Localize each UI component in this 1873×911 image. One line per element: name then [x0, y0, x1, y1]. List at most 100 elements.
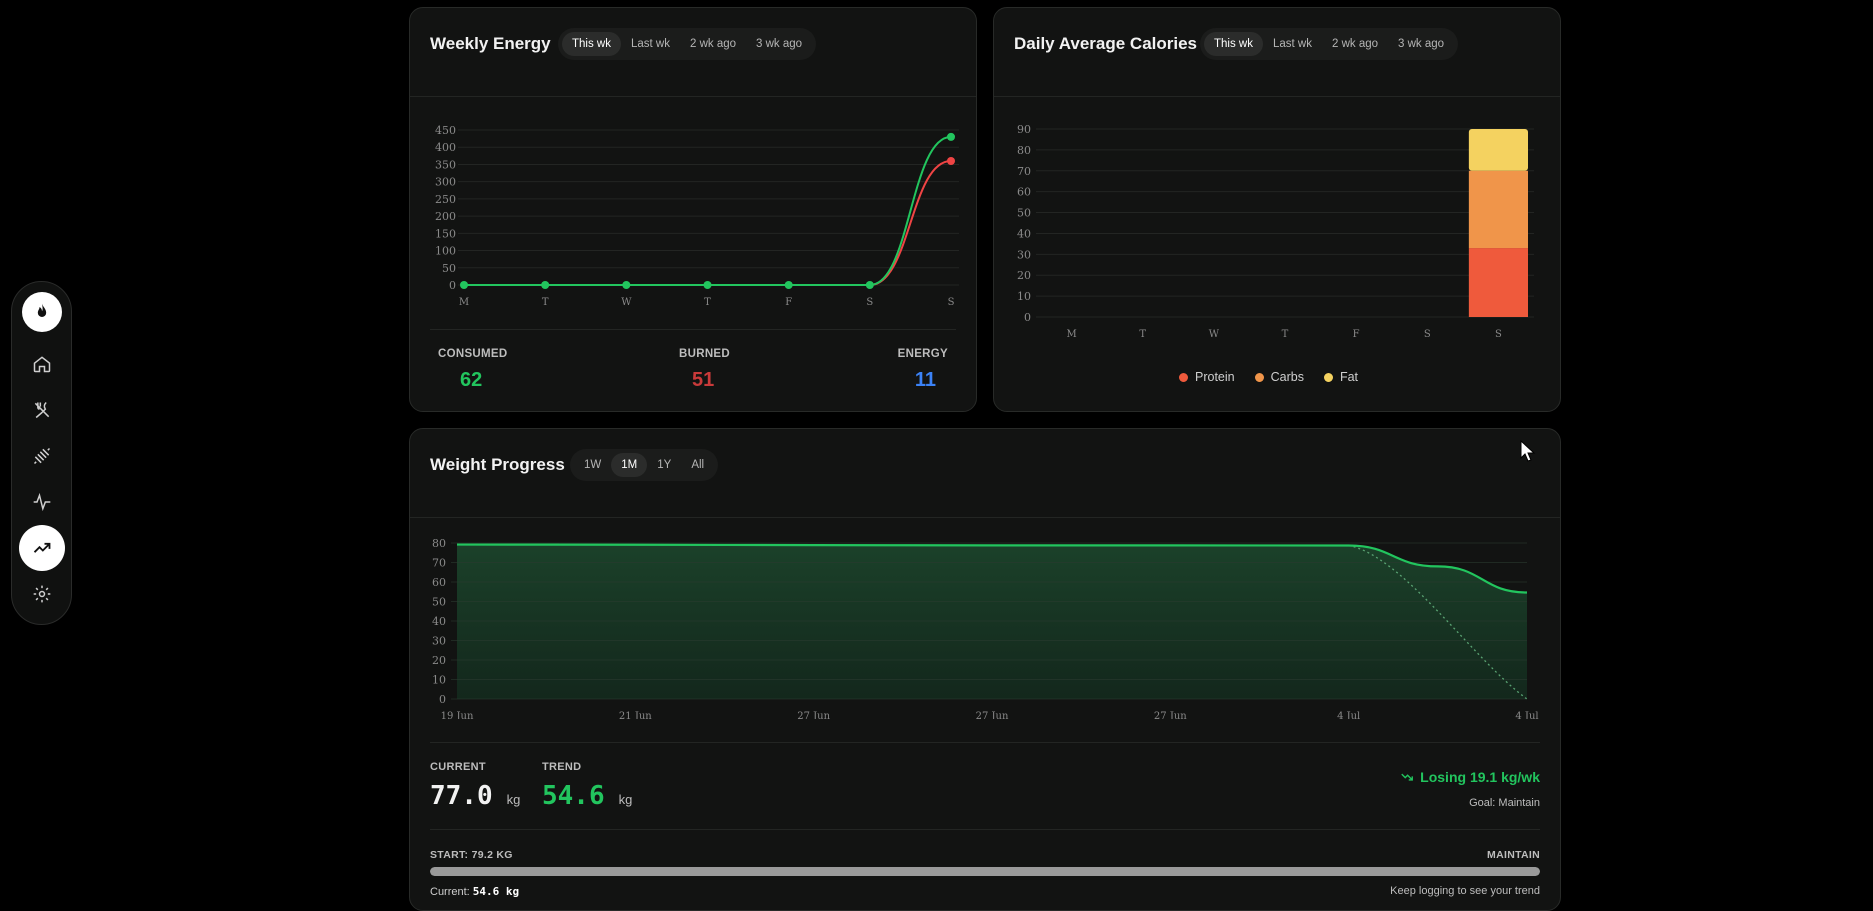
legend-swatch — [1254, 372, 1264, 382]
daily-calories-range-tabs: This wk Last wk 2 wk ago 3 wk ago — [1200, 28, 1459, 60]
current-footer-value: 54.6 kg — [472, 885, 520, 898]
x-tick-label: 19 Jun — [441, 711, 474, 719]
bar-segment-protein — [1468, 248, 1528, 317]
weekly-energy-range-tabs: This wk Last wk 2 wk ago 3 wk ago — [558, 28, 817, 60]
y-tick-label: 60 — [1017, 186, 1031, 199]
legend-item: Carbs — [1254, 370, 1304, 384]
y-tick-label: 0 — [1024, 311, 1031, 324]
y-tick-label: 90 — [1017, 123, 1031, 136]
y-tick-label: 350 — [435, 158, 456, 171]
flame-icon[interactable] — [21, 292, 62, 332]
series-line — [463, 160, 952, 287]
home-icon[interactable] — [22, 344, 62, 384]
x-tick-label: T — [704, 297, 711, 308]
goal-progress-fill — [430, 867, 1540, 876]
weekly-energy-tab[interactable]: 3 wk ago — [746, 32, 812, 56]
energy-label: ENERGY — [897, 348, 948, 360]
trending-up-icon[interactable] — [18, 525, 65, 571]
weight-area — [457, 544, 1527, 699]
weight-tab[interactable]: All — [681, 453, 714, 477]
x-tick-label: W — [621, 297, 632, 308]
x-tick-label: M — [459, 297, 469, 308]
y-tick-label: 70 — [432, 557, 446, 570]
divider — [994, 96, 1560, 97]
weight-tab[interactable]: 1Y — [647, 453, 681, 477]
consumed-label: CONSUMED — [438, 348, 508, 360]
legend-label: Protein — [1195, 370, 1235, 384]
daily-calories-card: Daily Average Calories This wk Last wk 2 w… — [993, 7, 1561, 412]
x-tick-label: F — [785, 297, 792, 308]
y-tick-label: 200 — [435, 210, 456, 223]
legend-swatch — [1323, 372, 1333, 382]
divider — [430, 742, 1540, 743]
consumed-value: 62 — [460, 369, 483, 391]
data-point — [622, 281, 631, 289]
maintain-text: MAINTAIN — [1487, 849, 1540, 861]
y-tick-label: 450 — [435, 124, 456, 137]
current-footer: Current: 54.6 kg — [430, 885, 519, 898]
x-tick-label: S — [948, 297, 955, 308]
utensils-icon[interactable] — [22, 390, 62, 430]
y-tick-label: 10 — [1017, 290, 1031, 303]
sidebar — [11, 281, 72, 625]
goal-text: Goal: Maintain — [1469, 797, 1540, 809]
data-point — [865, 281, 874, 289]
card-title: Weight Progress — [430, 455, 565, 474]
data-point — [947, 157, 955, 165]
hint-text: Keep logging to see your trend — [1390, 885, 1540, 897]
card-title: Daily Average Calories — [1014, 34, 1197, 53]
weekly-energy-tab[interactable]: 2 wk ago — [680, 32, 746, 56]
trend-label: TREND — [542, 761, 582, 773]
y-tick-label: 100 — [435, 245, 456, 258]
daily-calories-chart: 0 10 20 30 40 50 60 70 80 90 M T W T F S S — [1017, 123, 1534, 340]
weight-tab[interactable]: 1W — [574, 453, 611, 477]
series-line — [463, 135, 952, 287]
divider — [430, 829, 1540, 830]
burned-value: 51 — [692, 369, 715, 391]
y-tick-label: 80 — [432, 537, 446, 550]
legend-label: Fat — [1339, 370, 1359, 384]
weekly-energy-chart: 0 50 100 150 200 250 300 350 400 450 M T W T F S S — [435, 124, 959, 308]
x-tick-label: T — [1282, 329, 1289, 340]
data-point — [460, 281, 468, 289]
start-text: START: 79.2 KG — [430, 849, 513, 861]
y-tick-label: 30 — [1017, 248, 1031, 261]
weight-tab[interactable]: 1M — [611, 453, 648, 477]
y-tick-label: 40 — [432, 615, 446, 628]
goal-progress-bar — [430, 867, 1540, 876]
weight-progress-card: Weight Progress 1W 1M 1Y All 0 10 20 30 40 50 60 7… — [409, 428, 1561, 911]
x-tick-label: 4 Jul — [1515, 711, 1538, 719]
daily-calories-tab[interactable]: 2 wk ago — [1322, 32, 1388, 56]
x-tick-label: T — [1139, 329, 1146, 340]
trend-text: Losing 19.1 kg/wk — [1420, 769, 1540, 785]
burned-label: BURNED — [679, 348, 730, 360]
daily-calories-tab[interactable]: Last wk — [1263, 32, 1322, 56]
y-tick-label: 150 — [435, 227, 456, 240]
weekly-energy-tab[interactable]: Last wk — [621, 32, 680, 56]
x-tick-label: 21 Jun — [619, 711, 652, 719]
y-tick-label: 0 — [439, 693, 446, 706]
x-tick-label: S — [1495, 329, 1502, 340]
y-tick-label: 300 — [435, 176, 456, 189]
daily-calories-tab[interactable]: This wk — [1204, 32, 1263, 56]
x-tick-label: T — [542, 297, 549, 308]
weekly-energy-tab[interactable]: This wk — [562, 32, 621, 56]
energy-value: 11 — [914, 369, 936, 391]
legend-item: Fat — [1323, 370, 1359, 384]
x-tick-label: 27 Jun — [797, 711, 830, 719]
weight-range-tabs: 1W 1M 1Y All — [570, 449, 719, 481]
unit: kg — [506, 792, 521, 807]
y-tick-label: 70 — [1017, 165, 1031, 178]
y-tick-label: 60 — [432, 576, 446, 589]
gear-icon[interactable] — [22, 574, 62, 614]
x-tick-label: S — [1424, 329, 1431, 340]
y-tick-label: 50 — [1017, 207, 1031, 220]
daily-calories-tab[interactable]: 3 wk ago — [1388, 32, 1454, 56]
activity-icon[interactable] — [22, 482, 62, 522]
y-tick-label: 50 — [432, 596, 446, 609]
bar-segment-fat — [1468, 129, 1528, 171]
dumbbell-icon[interactable] — [22, 436, 62, 476]
trend-summary: Losing 19.1 kg/wk — [1400, 769, 1540, 785]
divider — [410, 517, 1560, 518]
divider — [410, 96, 976, 97]
